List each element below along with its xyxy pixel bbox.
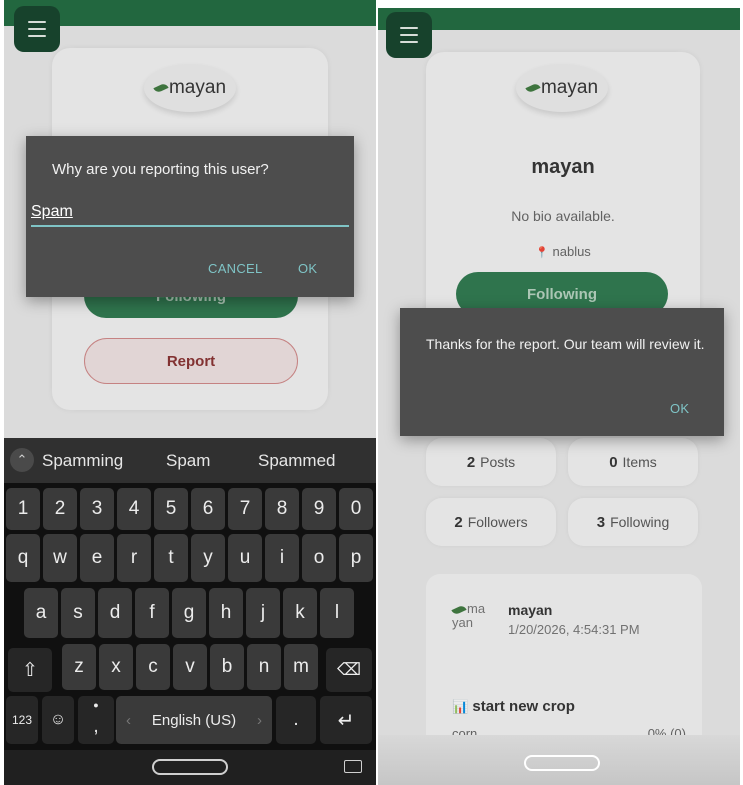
reason-input[interactable]: Spam — [31, 203, 349, 227]
enter-key[interactable]: ↵ — [320, 696, 372, 744]
home-pill[interactable] — [152, 759, 228, 775]
key-w[interactable]: w — [43, 534, 77, 582]
key-e[interactable]: e — [80, 534, 114, 582]
key-q[interactable]: q — [6, 534, 40, 582]
left-phone-screen: mayan Following Report Why are you repor… — [4, 0, 376, 785]
home-pill[interactable] — [524, 755, 600, 771]
key-a[interactable]: a — [24, 588, 58, 638]
system-nav-bar — [4, 750, 376, 785]
key-z[interactable]: z — [62, 644, 96, 690]
backspace-key[interactable]: ⌫ — [326, 648, 372, 692]
key-8[interactable]: 8 — [265, 488, 299, 530]
key-4[interactable]: 4 — [117, 488, 151, 530]
symbols-key[interactable]: 123 — [6, 696, 38, 744]
confirmation-message: Thanks for the report. Our team will rev… — [426, 336, 705, 352]
key-r[interactable]: r — [117, 534, 151, 582]
key-2[interactable]: 2 — [43, 488, 77, 530]
report-reason-dialog: Why are you reporting this user? Spam CA… — [26, 136, 354, 297]
key-j[interactable]: j — [246, 588, 280, 638]
keyboard-switch-icon[interactable] — [344, 760, 362, 773]
key-u[interactable]: u — [228, 534, 262, 582]
key-v[interactable]: v — [173, 644, 207, 690]
suggestion-3[interactable]: Spammed — [258, 451, 335, 471]
key-h[interactable]: h — [209, 588, 243, 638]
space-key[interactable]: ‹ English (US) › — [116, 696, 272, 744]
key-3[interactable]: 3 — [80, 488, 114, 530]
key-o[interactable]: o — [302, 534, 336, 582]
suggestion-2[interactable]: Spam — [166, 451, 210, 471]
shift-key[interactable]: ⇧ — [8, 648, 52, 692]
key-p[interactable]: p — [339, 534, 373, 582]
chevron-right-icon: › — [257, 711, 262, 729]
cancel-button[interactable]: CANCEL — [208, 261, 263, 276]
key-s[interactable]: s — [61, 588, 95, 638]
key-6[interactable]: 6 — [191, 488, 225, 530]
chevron-up-icon[interactable]: ⌃ — [10, 448, 34, 472]
dialog-title: Why are you reporting this user? — [52, 161, 269, 178]
key-7[interactable]: 7 — [228, 488, 262, 530]
emoji-key[interactable]: ☺ — [42, 696, 74, 744]
key-f[interactable]: f — [135, 588, 169, 638]
comma-key[interactable]: ● , — [78, 696, 114, 744]
key-0[interactable]: 0 — [339, 488, 373, 530]
key-y[interactable]: y — [191, 534, 225, 582]
suggestion-bar: ⌃ Spamming Spam Spammed — [4, 438, 376, 483]
ok-button[interactable]: OK — [298, 261, 317, 276]
key-d[interactable]: d — [98, 588, 132, 638]
suggestion-1[interactable]: Spamming — [42, 451, 123, 471]
key-9[interactable]: 9 — [302, 488, 336, 530]
key-t[interactable]: t — [154, 534, 188, 582]
report-confirmation-dialog: Thanks for the report. Our team will rev… — [400, 308, 724, 436]
chevron-left-icon: ‹ — [126, 711, 131, 729]
key-x[interactable]: x — [99, 644, 133, 690]
key-g[interactable]: g — [172, 588, 206, 638]
soft-keyboard: ⌃ Spamming Spam Spammed 1234567890 qwert… — [4, 438, 376, 785]
key-1[interactable]: 1 — [6, 488, 40, 530]
key-k[interactable]: k — [283, 588, 317, 638]
key-5[interactable]: 5 — [154, 488, 188, 530]
right-phone-screen: mayan mayan No bio available. 📍 nablus F… — [378, 8, 740, 785]
period-key[interactable]: . — [276, 696, 316, 744]
key-m[interactable]: m — [284, 644, 318, 690]
microphone-icon: ● — [93, 700, 99, 710]
key-i[interactable]: i — [265, 534, 299, 582]
key-n[interactable]: n — [247, 644, 281, 690]
system-nav-bar — [378, 735, 740, 785]
key-c[interactable]: c — [136, 644, 170, 690]
ok-button[interactable]: OK — [670, 401, 689, 416]
key-l[interactable]: l — [320, 588, 354, 638]
key-b[interactable]: b — [210, 644, 244, 690]
